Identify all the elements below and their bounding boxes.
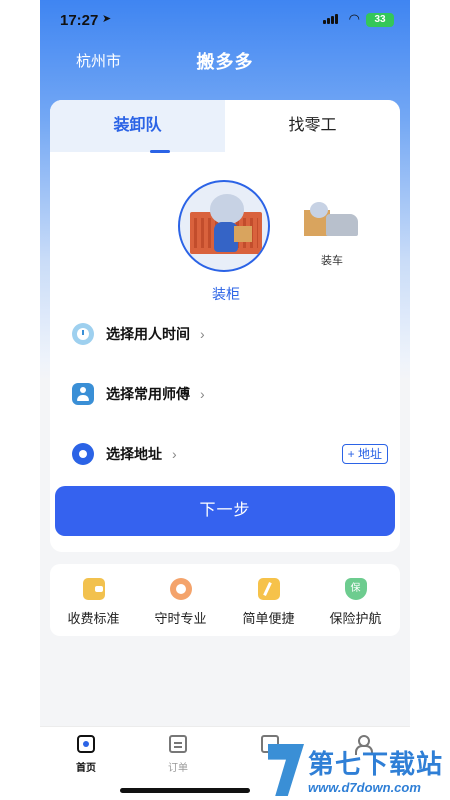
select-time-label: 选择用人时间 [106, 326, 190, 342]
chevron-right-icon: › [200, 326, 205, 342]
wallet-icon [82, 578, 105, 600]
booking-card: 装卸队 找零工 装柜 装车 选择用人时间 › 选择常用师傅 › 选择地址 › +… [50, 100, 400, 552]
truck-loading-option[interactable] [304, 202, 360, 242]
app-screen: 17:27 ➤ ◠ 33 杭州市 搬多多 装卸队 找零工 装柜 装车 选择用人时… [40, 0, 410, 800]
chevron-right-icon: › [200, 386, 205, 402]
container-loading-label: 装柜 [212, 286, 240, 302]
truck-illustration [326, 214, 358, 236]
watermark-url: www.d7down.com [308, 780, 421, 795]
person-icon [72, 383, 94, 405]
order-icon [169, 735, 187, 753]
signal-icon [323, 14, 338, 24]
page-title: 搬多多 [196, 52, 254, 72]
watermark: 第七下载站 www.d7down.com [268, 740, 450, 800]
feature-label: 收费标准 [67, 611, 120, 626]
chevron-right-icon: › [172, 446, 177, 462]
home-icon [77, 735, 95, 753]
tab-loading-team[interactable]: 装卸队 [50, 100, 225, 152]
nav-orders-label: 订单 [168, 763, 188, 774]
select-address-row[interactable]: 选择地址 › [72, 442, 177, 466]
feature-convenient[interactable]: 简单便捷 [225, 578, 312, 627]
feature-label: 简单便捷 [242, 611, 295, 626]
feature-label: 保险护航 [329, 611, 382, 626]
alarm-clock-icon [169, 578, 192, 600]
page: 17:27 ➤ ◠ 33 杭州市 搬多多 装卸队 找零工 装柜 装车 选择用人时… [0, 0, 450, 800]
wifi-icon: ◠ [348, 11, 360, 26]
watermark-logo [268, 744, 304, 796]
status-bar: 17:27 ➤ ◠ 33 [40, 0, 410, 40]
add-address-button[interactable]: + 地址 [341, 444, 388, 464]
nav-home[interactable]: 首页 [56, 735, 116, 774]
features-bar: 收费标准 守时专业 简单便捷 保 保险护航 [50, 564, 400, 636]
select-worker-row[interactable]: 选择常用师傅 › [72, 382, 205, 406]
location-pin-icon [72, 443, 94, 465]
mascot-illustration [310, 202, 328, 218]
status-time: 17:27 [60, 12, 99, 29]
battery-indicator: 33 [366, 13, 394, 27]
nav-home-label: 首页 [76, 763, 96, 774]
clock-icon [72, 323, 94, 345]
feature-punctual[interactable]: 守时专业 [137, 578, 224, 627]
truck-loading-label: 装车 [321, 255, 343, 267]
nav-orders[interactable]: 订单 [148, 735, 208, 774]
mascot-illustration [210, 194, 244, 224]
shield-icon: 保 [344, 578, 367, 600]
next-step-button[interactable]: 下一步 [55, 486, 395, 536]
container-loading-option[interactable] [178, 180, 270, 272]
select-worker-label: 选择常用师傅 [106, 386, 190, 402]
location-arrow-icon: ➤ [102, 13, 112, 25]
select-time-row[interactable]: 选择用人时间 › [72, 322, 205, 346]
watermark-title: 第七下载站 [308, 749, 444, 779]
tab-indicator [150, 150, 170, 153]
tab-casual-worker[interactable]: 找零工 [225, 100, 400, 152]
feature-label: 守时专业 [154, 611, 207, 626]
select-address-label: 选择地址 [106, 446, 162, 462]
tab-bar: 装卸队 找零工 [50, 100, 400, 153]
feature-pricing[interactable]: 收费标准 [50, 578, 137, 627]
flag-icon [257, 578, 280, 600]
home-indicator [120, 788, 250, 793]
cargo-box-illustration [234, 226, 252, 242]
feature-insurance[interactable]: 保 保险护航 [312, 578, 399, 627]
